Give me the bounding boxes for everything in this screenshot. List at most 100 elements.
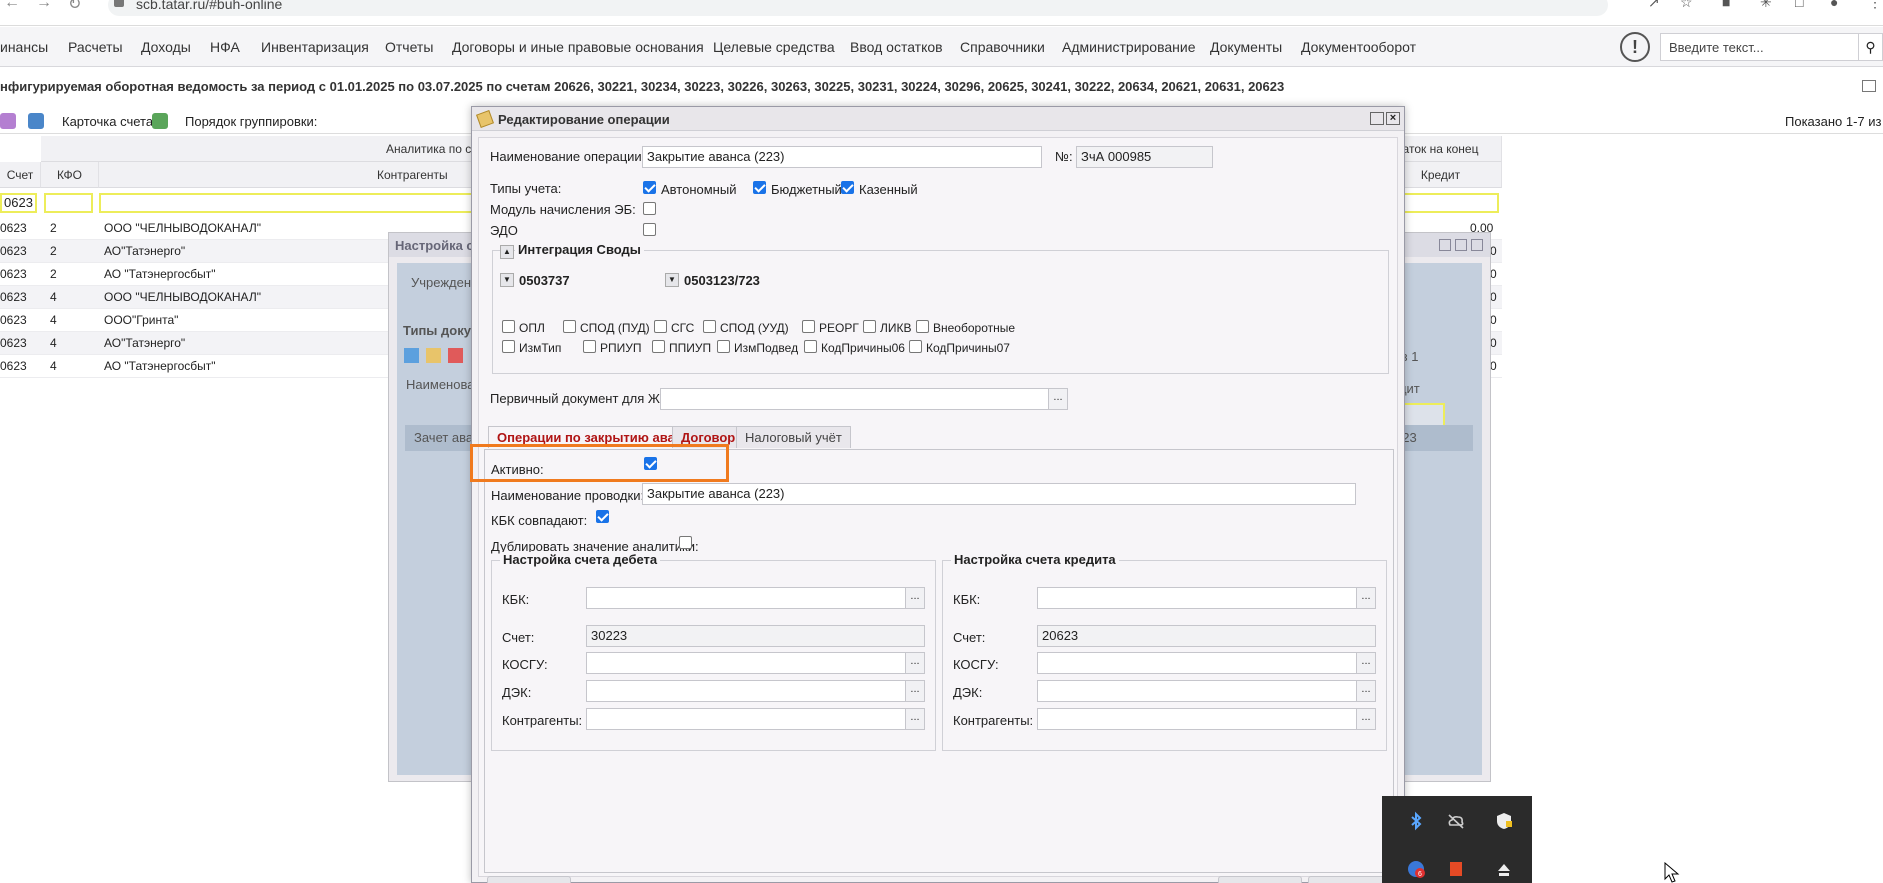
autonomous-checkbox[interactable] (643, 181, 656, 194)
collapse-icon[interactable]: ▲ (500, 245, 514, 259)
filter-kfo[interactable] (44, 193, 93, 213)
delete-icon[interactable] (448, 348, 463, 363)
credit-dek-input[interactable] (1037, 680, 1357, 702)
shield-warning-icon[interactable] (1494, 811, 1514, 831)
debit-parties-input[interactable] (586, 708, 906, 730)
debit-kbk-lookup[interactable]: ... (905, 587, 925, 609)
credit-kbk-input[interactable] (1037, 587, 1357, 609)
filter-account[interactable]: 0623 (0, 193, 37, 213)
credit-kosgu-lookup[interactable]: ... (1356, 652, 1376, 674)
menu-settlements[interactable]: Расчеты (68, 39, 123, 55)
debit-kosgu-lookup[interactable]: ... (905, 652, 925, 674)
eb-checkbox[interactable] (643, 202, 656, 215)
num-input[interactable]: ЗчА 000985 (1076, 146, 1213, 168)
extension-icon[interactable]: ■ (1722, 0, 1730, 10)
menu-balances[interactable]: Ввод остатков (850, 39, 943, 55)
noncurrent-checkbox[interactable] (916, 320, 929, 333)
primary-doc-lookup-button[interactable]: ... (1048, 388, 1068, 410)
credit-parties-lookup[interactable]: ... (1356, 708, 1376, 730)
puzzle-icon[interactable]: ✳ (1760, 0, 1772, 11)
menu-inventory[interactable]: Инвентаризация (261, 39, 369, 55)
credit-account-input[interactable]: 20623 (1037, 625, 1376, 647)
down-icon[interactable] (404, 348, 419, 363)
bottom-button[interactable] (487, 876, 571, 883)
reorg-checkbox[interactable] (802, 320, 815, 333)
col-account[interactable]: Счет (0, 162, 41, 188)
menu-documents[interactable]: Документы (1210, 39, 1282, 55)
ppiup-checkbox[interactable] (652, 340, 665, 353)
credit-kosgu-input[interactable] (1037, 652, 1357, 674)
search-input[interactable]: Введите текст... (1660, 33, 1860, 61)
close-icon[interactable]: × (1386, 112, 1400, 125)
budget-checkbox[interactable] (753, 181, 766, 194)
office-icon[interactable] (1446, 859, 1466, 879)
restore-icon[interactable] (1862, 80, 1876, 92)
izmtip-checkbox[interactable] (502, 340, 515, 353)
opl-checkbox[interactable] (502, 320, 515, 333)
op-name-input[interactable]: Закрытие аванса (223) (642, 146, 1042, 168)
kebab-menu-icon[interactable]: ⋮ (1868, 0, 1882, 11)
menu-target-funds[interactable]: Целевые средства (713, 39, 835, 55)
debit-parties-lookup[interactable]: ... (905, 708, 925, 730)
col-kfo[interactable]: КФО (41, 162, 99, 188)
maximize-icon[interactable] (1455, 239, 1467, 251)
menu-docflow[interactable]: Документооборот (1301, 39, 1416, 55)
close-icon[interactable] (1471, 239, 1483, 251)
edit-icon[interactable] (426, 348, 441, 363)
credit-dek-lookup[interactable]: ... (1356, 680, 1376, 702)
cloud-off-icon[interactable] (1446, 811, 1466, 831)
debit-account-input[interactable]: 30223 (586, 625, 925, 647)
save-button[interactable] (1218, 876, 1302, 883)
print-icon[interactable] (0, 113, 16, 129)
export-icon[interactable] (28, 113, 44, 129)
search-icon[interactable]: ⚲ (1858, 33, 1883, 61)
minimize-icon[interactable] (1439, 239, 1451, 251)
refresh-icon[interactable] (152, 113, 168, 129)
cancel-button[interactable] (1308, 876, 1392, 883)
kbk-match-checkbox[interactable] (596, 510, 609, 523)
menu-reports[interactable]: Отчеты (385, 39, 433, 55)
menu-finance[interactable]: инансы (0, 39, 48, 55)
kod07-checkbox[interactable] (909, 340, 922, 353)
info-icon[interactable]: ! (1620, 32, 1650, 62)
debit-dek-lookup[interactable]: ... (905, 680, 925, 702)
expand-0503737-icon[interactable]: ▼ (500, 273, 514, 287)
debit-dek-input[interactable] (586, 680, 906, 702)
menu-nfa[interactable]: НФА (210, 39, 240, 55)
address-bar[interactable]: scb.tatar.ru/#buh-online (108, 0, 1608, 16)
likv-checkbox[interactable] (863, 320, 876, 333)
edo-checkbox[interactable] (643, 223, 656, 236)
debit-kbk-input[interactable] (586, 587, 906, 609)
treasury-checkbox[interactable] (841, 181, 854, 194)
kod06-checkbox[interactable] (804, 340, 817, 353)
menu-contracts[interactable]: Договоры и иные правовые основания (452, 39, 704, 55)
profile-icon[interactable]: ● (1830, 0, 1838, 10)
expand-0503123-icon[interactable]: ▼ (665, 273, 679, 287)
debit-kosgu-input[interactable] (586, 652, 906, 674)
star-icon[interactable]: ☆ (1680, 0, 1693, 11)
duplicate-checkbox[interactable] (679, 536, 692, 549)
tab-tax[interactable]: Налоговый учёт (736, 426, 851, 448)
spod-pud-checkbox[interactable] (563, 320, 576, 333)
spod-uud-checkbox[interactable] (703, 320, 716, 333)
posting-name-input[interactable]: Закрытие аванса (223) (642, 483, 1356, 505)
primary-doc-input[interactable] (660, 388, 1049, 410)
share-icon[interactable]: ↗ (1648, 0, 1660, 11)
bluetooth-icon[interactable] (1406, 811, 1426, 831)
forward-icon[interactable]: → (36, 0, 52, 12)
eject-icon[interactable] (1494, 859, 1514, 879)
sgs-checkbox[interactable] (654, 320, 667, 333)
app-icon[interactable]: 6 (1406, 859, 1426, 879)
back-icon[interactable]: ← (4, 0, 20, 12)
account-card-button[interactable]: Карточка счета (62, 114, 153, 129)
menu-income[interactable]: Доходы (141, 39, 191, 55)
rpiup-checkbox[interactable] (583, 340, 596, 353)
menu-references[interactable]: Справочники (960, 39, 1045, 55)
credit-kbk-lookup[interactable]: ... (1356, 587, 1376, 609)
sidepanel-icon[interactable]: □ (1795, 0, 1803, 10)
credit-parties-input[interactable] (1037, 708, 1357, 730)
menu-admin[interactable]: Администрирование (1062, 39, 1196, 55)
izmpodved-checkbox[interactable] (717, 340, 730, 353)
maximize-icon[interactable] (1370, 112, 1384, 125)
reload-icon[interactable]: ↻ (68, 0, 81, 14)
